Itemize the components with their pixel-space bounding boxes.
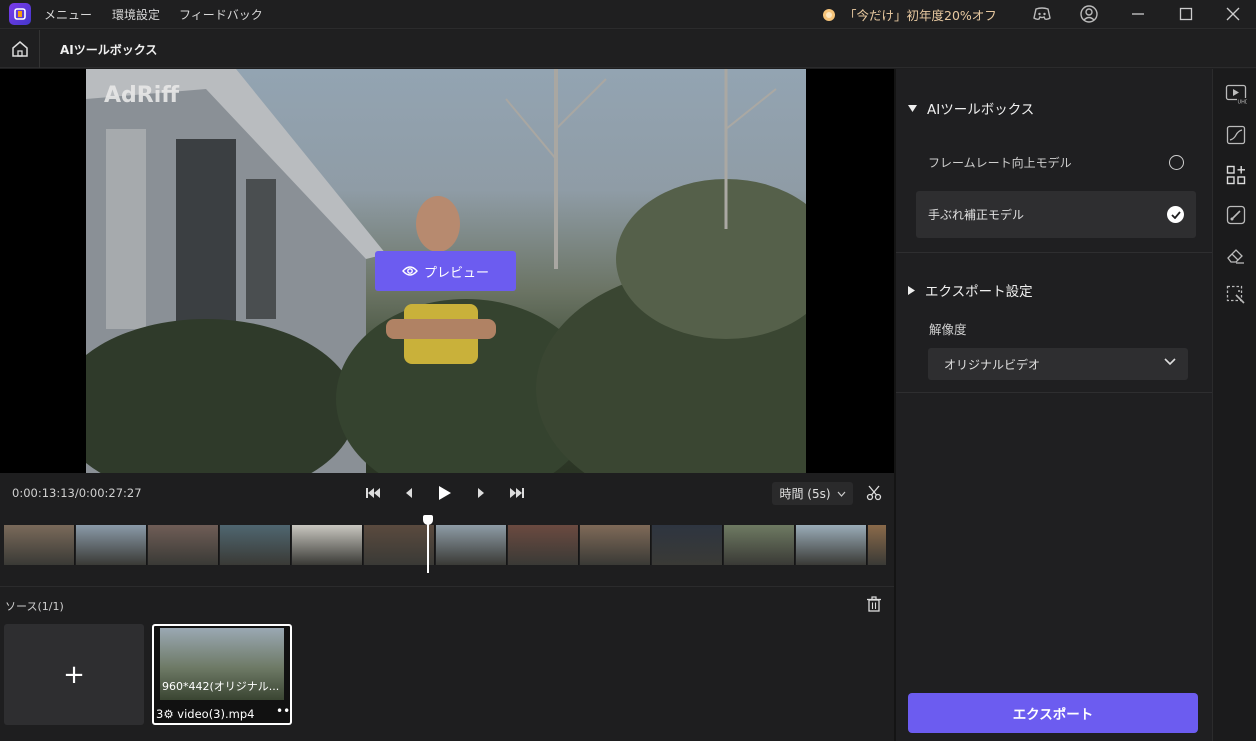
option-stabilization-model[interactable]: 手ぶれ補正モデル — [916, 191, 1196, 238]
source-panel: ソース(1/1) + 960*442(オリジナル... 3⚙ video(3).… — [0, 586, 894, 741]
skip-forward-icon — [510, 488, 524, 498]
option-label: 手ぶれ補正モデル — [928, 208, 1025, 222]
filmstrip-frame — [868, 525, 886, 565]
more-options-icon[interactable]: ••• — [276, 704, 290, 718]
menu-item-feedback[interactable]: フィードバック — [179, 6, 263, 23]
preview-button-label: プレビュー — [423, 265, 489, 281]
page-title: AIツールボックス — [60, 43, 158, 57]
uhd-video-icon[interactable]: UHD — [1225, 83, 1247, 105]
ai-toolbox-section-title: AIツールボックス — [927, 102, 1035, 118]
plus-icon: + — [63, 659, 85, 690]
filmstrip-frame — [364, 525, 435, 565]
export-settings-section-header[interactable]: エクスポート設定 — [908, 280, 1033, 300]
home-button[interactable] — [0, 30, 40, 68]
filmstrip-frame — [580, 525, 651, 565]
paint-icon[interactable] — [1225, 204, 1247, 226]
menu-item-settings[interactable]: 環境設定 — [112, 6, 160, 23]
step-back-icon — [406, 488, 412, 498]
resolution-select[interactable]: オリジナルビデオ — [928, 348, 1188, 380]
eraser-icon[interactable] — [1225, 244, 1247, 266]
step-forward-icon — [478, 488, 484, 498]
source-count-label: ソース(1/1) — [5, 600, 64, 613]
close-icon[interactable] — [1223, 4, 1243, 24]
promo-text: 「今だけ」初年度20%オフ — [844, 8, 997, 23]
timeline-filmstrip[interactable] — [4, 525, 886, 565]
add-widget-icon[interactable] — [1225, 164, 1247, 186]
preview-button[interactable]: プレビュー — [375, 251, 516, 291]
home-icon — [11, 41, 28, 57]
filmstrip-frame — [4, 525, 75, 565]
settings-panel: AIツールボックス フレームレート向上モデル 手ぶれ補正モデル エクスポート設定… — [896, 69, 1212, 741]
curve-icon[interactable] — [1225, 124, 1247, 146]
chevron-down-icon — [1164, 358, 1176, 366]
maximize-icon[interactable] — [1176, 4, 1196, 24]
timecode: 0:00:13:13/0:00:27:27 — [12, 486, 142, 500]
chevron-down-icon — [837, 491, 845, 497]
filmstrip-frame — [508, 525, 579, 565]
filmstrip-frame — [220, 525, 291, 565]
source-clip[interactable]: 960*442(オリジナル... 3⚙ video(3).mp4 ••• — [152, 624, 292, 725]
filmstrip-frame — [724, 525, 795, 565]
toolbar: AIツールボックス — [0, 30, 1256, 68]
option-frame-rate-model[interactable]: フレームレート向上モデル — [916, 139, 1196, 186]
account-icon[interactable] — [1079, 4, 1099, 24]
promo-banner[interactable]: 「今だけ」初年度20%オフ — [820, 5, 997, 24]
duration-label: 時間 (5s) — [779, 487, 831, 501]
skip-back-icon — [366, 488, 380, 498]
option-label: フレームレート向上モデル — [928, 156, 1072, 170]
play-icon — [439, 486, 451, 500]
ai-toolbox-section-header[interactable]: AIツールボックス — [908, 98, 1034, 118]
video-watermark: AdRiff — [104, 83, 180, 108]
gift-icon — [823, 8, 835, 21]
filmstrip-frame — [652, 525, 723, 565]
menu-item-menu[interactable]: メニュー — [44, 6, 92, 23]
caret-right-icon — [908, 285, 915, 295]
play-button[interactable] — [435, 483, 455, 503]
previous-frame-button[interactable] — [399, 483, 419, 503]
svg-text:UHD: UHD — [1238, 100, 1248, 106]
delete-button[interactable] — [866, 596, 882, 612]
export-button[interactable]: エクスポート — [908, 693, 1198, 733]
skip-start-button[interactable] — [363, 483, 383, 503]
tool-rail: UHD — [1212, 69, 1256, 741]
clip-resolution: 960*442(オリジナル... — [162, 680, 280, 693]
discord-icon[interactable] — [1032, 4, 1052, 24]
playhead-handle[interactable] — [423, 515, 433, 525]
title-bar: メニュー 環境設定 フィードバック 「今だけ」初年度20%オフ — [0, 0, 1256, 29]
filmstrip-frame — [436, 525, 507, 565]
eye-icon — [402, 266, 418, 276]
filmstrip-frame — [148, 525, 219, 565]
section-divider — [896, 392, 1212, 393]
section-divider — [896, 252, 1212, 253]
playback-controls: 0:00:13:13/0:00:27:27 時間 (5s) — [0, 473, 894, 513]
skip-end-button[interactable] — [507, 483, 527, 503]
scissors-icon — [866, 485, 882, 501]
resolution-label: 解像度 — [929, 322, 967, 337]
filmstrip-frame — [76, 525, 147, 565]
filmstrip-frame — [292, 525, 363, 565]
export-settings-section-title: エクスポート設定 — [925, 284, 1033, 300]
duration-select[interactable]: 時間 (5s) — [772, 482, 853, 505]
add-source-button[interactable]: + — [4, 624, 144, 725]
trash-icon — [867, 596, 881, 612]
filmstrip-frame — [796, 525, 867, 565]
select-magic-icon[interactable] — [1225, 284, 1247, 306]
radio-unselected-icon[interactable] — [1169, 155, 1184, 170]
minimize-icon[interactable] — [1128, 4, 1148, 24]
caret-down-icon — [908, 104, 917, 112]
app-logo-icon — [9, 3, 31, 25]
checkmark-icon[interactable] — [1167, 206, 1184, 223]
next-frame-button[interactable] — [471, 483, 491, 503]
cut-button[interactable] — [864, 483, 884, 503]
clip-filename: 3⚙ video(3).mp4 — [156, 707, 255, 721]
resolution-value: オリジナルビデオ — [944, 357, 1041, 372]
